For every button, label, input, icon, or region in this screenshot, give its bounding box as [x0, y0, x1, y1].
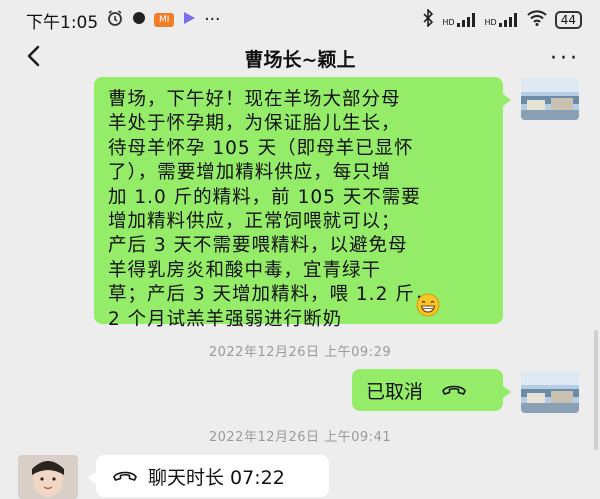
phone-hangup-icon: [112, 465, 138, 487]
message-bubble-care-advice[interactable]: 曹场，下午好！现在羊场大部分母 羊处于怀孕期，为保证胎儿生长， 待母羊怀孕 10…: [94, 77, 511, 330]
more-dots-icon: ···: [550, 45, 580, 71]
call-duration-text: 聊天时长 07:22: [148, 466, 285, 489]
phone-hangup-icon: [441, 379, 467, 401]
more-options-button[interactable]: ···: [550, 40, 580, 76]
call-status-text: 已取消: [366, 380, 424, 403]
alarm-icon: [106, 9, 124, 32]
chat-header: 曹场长~颖上 ···: [0, 40, 600, 76]
grinning-face-emoji-icon: [416, 293, 440, 321]
avatar-contact[interactable]: [18, 455, 78, 499]
timestamp: 2022年12月26日 上午09:41: [208, 430, 392, 445]
status-right: HD HD 44: [422, 8, 582, 31]
status-bar: 下午1:05 MI ··· HD HD 44: [0, 0, 600, 40]
signal-1-icon: HD: [442, 13, 476, 27]
timestamp: 2022年12月26日 上午09:29: [208, 345, 392, 360]
play-store-icon: [182, 10, 196, 30]
chat-title: 曹场长~颖上: [244, 48, 356, 71]
call-row: 聊天时长 07:22: [112, 455, 313, 497]
status-time: 下午1:05: [26, 12, 99, 33]
chat-scrollbar[interactable]: [594, 330, 598, 450]
hd-1-label: HD: [442, 18, 455, 27]
hd-2-label: HD: [484, 18, 497, 27]
call-duration-bubble[interactable]: 聊天时长 07:22: [88, 455, 329, 497]
chevron-left-icon: [26, 45, 40, 71]
wifi-icon: [527, 10, 547, 30]
status-left: 下午1:05 MI ···: [26, 8, 220, 33]
call-cancelled-bubble[interactable]: 已取消: [352, 369, 511, 411]
mi-app-icon: MI: [154, 13, 175, 27]
bluetooth-icon: [422, 8, 434, 31]
call-row: 已取消: [366, 369, 489, 411]
status-more: ···: [204, 10, 221, 30]
battery-indicator: 44: [554, 11, 582, 29]
notification-dot-icon: [132, 10, 146, 30]
avatar-self[interactable]: [521, 78, 579, 120]
signal-2-icon: HD: [485, 13, 519, 27]
back-button[interactable]: [18, 40, 48, 76]
avatar-self[interactable]: [521, 371, 579, 413]
